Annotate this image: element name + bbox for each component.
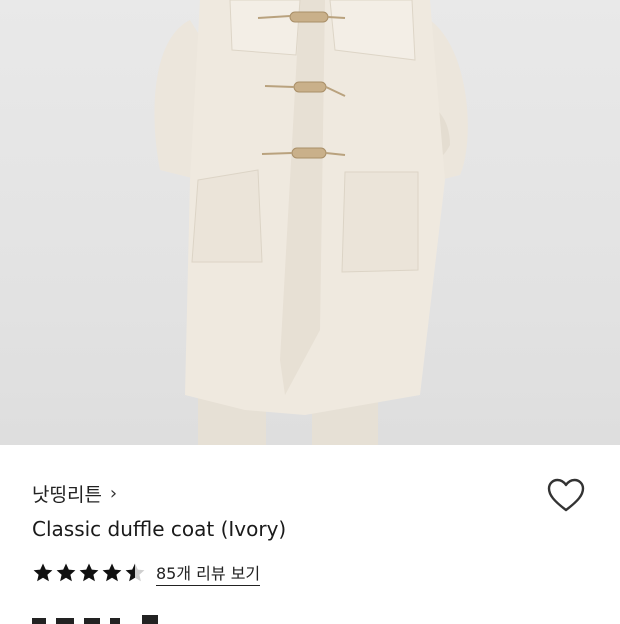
star-icon bbox=[125, 563, 145, 582]
rating-row: 85개 리뷰 보기 bbox=[32, 560, 261, 586]
star-rating bbox=[32, 562, 146, 584]
reviews-link[interactable]: 85개 리뷰 보기 bbox=[156, 560, 261, 586]
product-title: Classic duffle coat (Ivory) bbox=[32, 517, 287, 541]
chevron-right-icon: › bbox=[109, 483, 118, 504]
product-image[interactable] bbox=[0, 0, 620, 445]
star-icon bbox=[102, 563, 122, 582]
brand-name: 낫띵리튼 bbox=[32, 484, 102, 506]
star-icon bbox=[33, 563, 53, 582]
heart-outline-icon[interactable] bbox=[546, 476, 586, 516]
coat-illustration bbox=[154, 0, 468, 445]
star-icon bbox=[79, 563, 99, 582]
brand-link[interactable]: 낫띵리튼 › bbox=[32, 480, 117, 507]
price-text-cutoff bbox=[32, 615, 158, 624]
star-icon bbox=[56, 563, 76, 582]
